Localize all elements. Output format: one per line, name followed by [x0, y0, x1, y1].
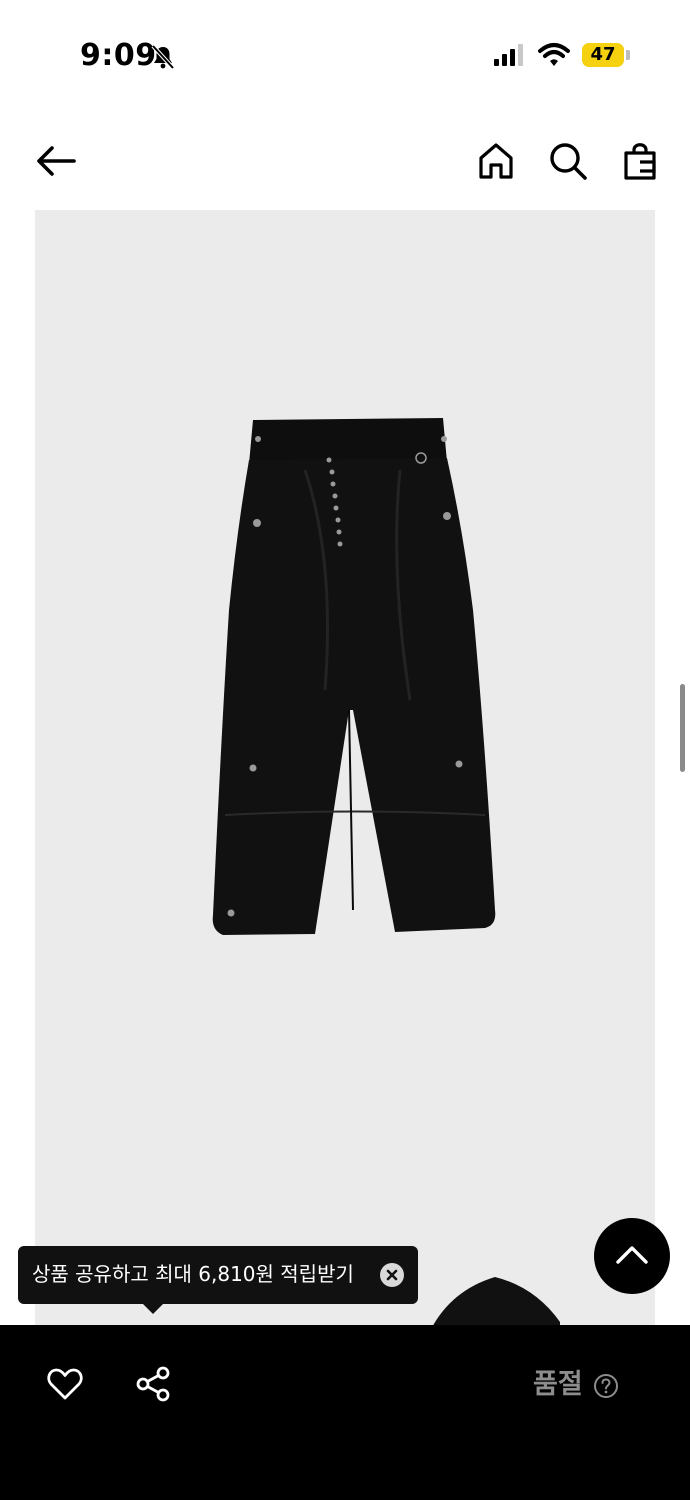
pants-photo	[212, 418, 496, 935]
close-icon[interactable]	[380, 1263, 404, 1287]
scroll-to-top-button[interactable]	[594, 1218, 670, 1294]
battery-icon: 47	[582, 43, 624, 67]
product-detail-screen: 9:09 47 상품 공유하고 최대 6,810원 적립받기 품절	[0, 0, 690, 1500]
sold-out-status: 품절	[533, 1367, 618, 1403]
bottom-action-bar: 품절	[0, 1325, 690, 1500]
status-bar: 9:09 47	[0, 0, 690, 110]
share-icon[interactable]	[134, 1365, 172, 1403]
product-image[interactable]	[35, 210, 655, 1330]
signal-icon	[494, 44, 524, 66]
wifi-icon	[538, 42, 570, 68]
tooltip-arrow	[142, 1303, 164, 1314]
heart-icon[interactable]	[46, 1365, 84, 1403]
top-nav	[0, 125, 690, 195]
status-time: 9:09	[80, 38, 157, 73]
scrollbar[interactable]	[680, 684, 685, 772]
help-icon[interactable]	[593, 1373, 619, 1399]
home-icon[interactable]	[472, 137, 520, 185]
search-icon[interactable]	[544, 137, 592, 185]
back-arrow-icon[interactable]	[32, 137, 80, 185]
bell-muted-icon	[150, 44, 176, 70]
chevron-up-icon	[616, 1246, 648, 1264]
shopping-bag-icon[interactable]	[616, 137, 664, 185]
share-reward-tooltip: 상품 공유하고 최대 6,810원 적립받기	[18, 1246, 418, 1304]
battery-cap	[626, 50, 630, 60]
tooltip-text: 상품 공유하고 최대 6,810원 적립받기	[32, 1262, 354, 1286]
sold-out-label: 품절	[533, 1369, 583, 1400]
